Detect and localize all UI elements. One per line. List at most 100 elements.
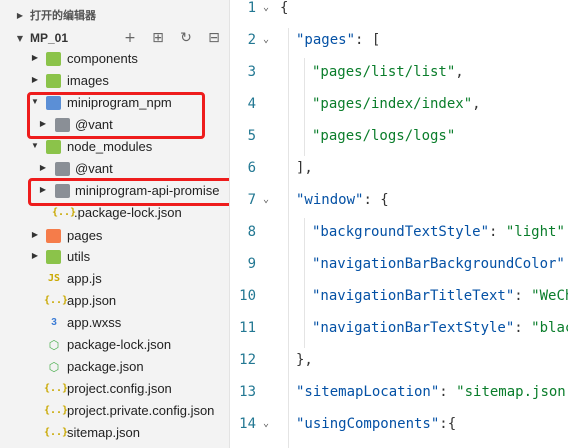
code-text: "sitemapLocation": "sitemap.json" [296,384,568,400]
chevron-right-icon[interactable]: ▶ [30,251,40,260]
tree-file[interactable]: ⬡ package-lock.json [0,334,229,356]
tree-item-label: app.json [67,293,117,308]
code-line: 2 ⌄ "pages": [ [230,32,568,64]
tree-item-label: node_modules [67,139,153,154]
fold-chevron-icon[interactable]: ⌄ [263,418,269,429]
tree-file[interactable]: ⬡ package.json [0,356,229,378]
code-line: 12}, [230,352,568,384]
tree-item-label: project.private.config.json [67,403,215,418]
json-file-icon: {..} [44,405,69,416]
tree-file[interactable]: {..} project.config.json [0,378,229,400]
tree-folder[interactable]: ▶ utils [0,246,229,268]
chevron-right-icon: ▶ [16,10,24,20]
code-text: "usingComponents":{ [296,416,456,432]
css-file-icon: 3 [51,317,57,328]
tree-file[interactable]: 3 app.wxss [0,312,229,334]
tree-file[interactable]: {..} project.private.config.json [0,400,229,422]
json-key: "usingComponents" [296,416,440,432]
chevron-right-icon[interactable]: ▶ [30,230,40,239]
tree-item-label: package.json [67,359,144,374]
fold-chevron-icon[interactable]: ⌄ [263,2,269,13]
folder-icon [46,140,61,154]
tree-folder[interactable]: ▼ node_modules [0,136,229,158]
json-key: "sitemapLocation" [296,384,440,400]
line-number: 1 [247,0,256,16]
json-string: "black" [531,320,568,336]
tree-item-label: components [67,51,138,66]
tree-folder[interactable]: ▶ images [0,70,229,92]
line-number: 10 [239,288,256,304]
tree-file[interactable]: JS app.js [0,268,229,290]
line-number: 12 [239,352,256,368]
json-string: "pages/logs/logs" [312,128,456,144]
tree-file[interactable]: {..} app.json [0,290,229,312]
line-number: 6 [247,160,256,176]
code-line: 1 ⌄ { [230,0,568,32]
chevron-right-icon[interactable]: ▶ [38,163,48,172]
json-punctuation: { [280,0,289,16]
tree-folder[interactable]: ▶ pages [0,225,229,247]
code-text: "navigationBarTitleText": "WeChat" [312,288,568,304]
line-number: 8 [247,224,256,240]
tree-item-label: @vant [75,161,113,176]
code-text: "navigationBarTextStyle": "black" [312,320,568,336]
code-line: 9 "navigationBarBackgroundColor" [230,256,568,288]
json-punctuation: : [ [355,32,381,48]
refresh-icon[interactable]: ↻ [177,29,195,47]
code-text: "navigationBarBackgroundColor" [312,256,565,272]
open-editors-section-header[interactable]: ▶ 打开的编辑器 [0,4,229,26]
node-package-icon: ⬡ [48,338,60,352]
json-file-icon: {..} [44,427,69,438]
json-punctuation: , [455,64,464,80]
line-number: 14 [239,416,256,432]
line-number: 13 [239,384,256,400]
tree-folder[interactable]: ▶ components [0,48,229,70]
json-punctuation: : [489,224,506,240]
code-text: { [280,0,288,16]
js-file-icon: JS [47,273,61,284]
code-line: 6], [230,160,568,192]
tree-file[interactable]: {..} sitemap.json [0,422,229,444]
chevron-right-icon[interactable]: ▶ [30,75,40,84]
tree-item-label: package-lock.json [67,337,172,352]
json-string: "light" [505,224,565,240]
plus-icon[interactable]: + [121,29,139,47]
code-text: }, [296,352,313,368]
tree-item-label: project.config.json [67,381,172,396]
json-punctuation: :{ [439,416,457,432]
code-line: 14 ⌄ "usingComponents":{ [230,416,568,448]
line-number: 3 [247,64,256,80]
folder-icon [55,162,70,176]
highlight-box-miniprogram-npm [27,92,205,139]
code-line: 13 "sitemapLocation": "sitemap.json" [230,384,568,416]
collapse-all-icon[interactable]: ⊟ [205,29,223,47]
folder-icon [46,52,61,66]
code-text: "backgroundTextStyle": "light" [312,224,565,240]
fold-chevron-icon[interactable]: ⌄ [263,34,269,45]
json-key: "navigationBarBackgroundColor" [312,256,565,272]
tree-folder[interactable]: ▶ @vant [0,158,229,180]
project-section-header[interactable]: ▼ MP_01 + ⊞ ↻ ⊟ [0,27,229,49]
json-string: "pages/list/list" [312,64,456,80]
code-text: "pages/logs/logs" [312,128,455,144]
highlight-box-api-promise [28,178,229,206]
line-number: 5 [247,128,256,144]
tree-item-label: images [67,73,109,88]
chevron-right-icon[interactable]: ▶ [30,53,40,62]
json-punctuation: , [472,96,481,112]
project-name: MP_01 [30,31,69,45]
chevron-down-icon[interactable]: ▼ [30,141,40,150]
code-text: "window": { [296,192,389,208]
chevron-down-icon: ▼ [16,33,24,43]
folder-icon [46,250,61,264]
new-folder-icon[interactable]: ⊞ [149,29,167,47]
code-line: 4 "pages/index/index", [230,96,568,128]
code-line: 10 "navigationBarTitleText": "WeChat" [230,288,568,320]
json-key: "backgroundTextStyle" [312,224,490,240]
code-line: 5 "pages/logs/logs" [230,128,568,160]
code-editor[interactable]: 1 ⌄ {2 ⌄ "pages": [3 "pages/list/list", 4 "page… [230,0,568,448]
json-punctuation: : [514,320,532,336]
tree-item-label: pages [67,228,103,243]
fold-chevron-icon[interactable]: ⌄ [263,194,269,205]
code-text: ], [296,160,313,176]
